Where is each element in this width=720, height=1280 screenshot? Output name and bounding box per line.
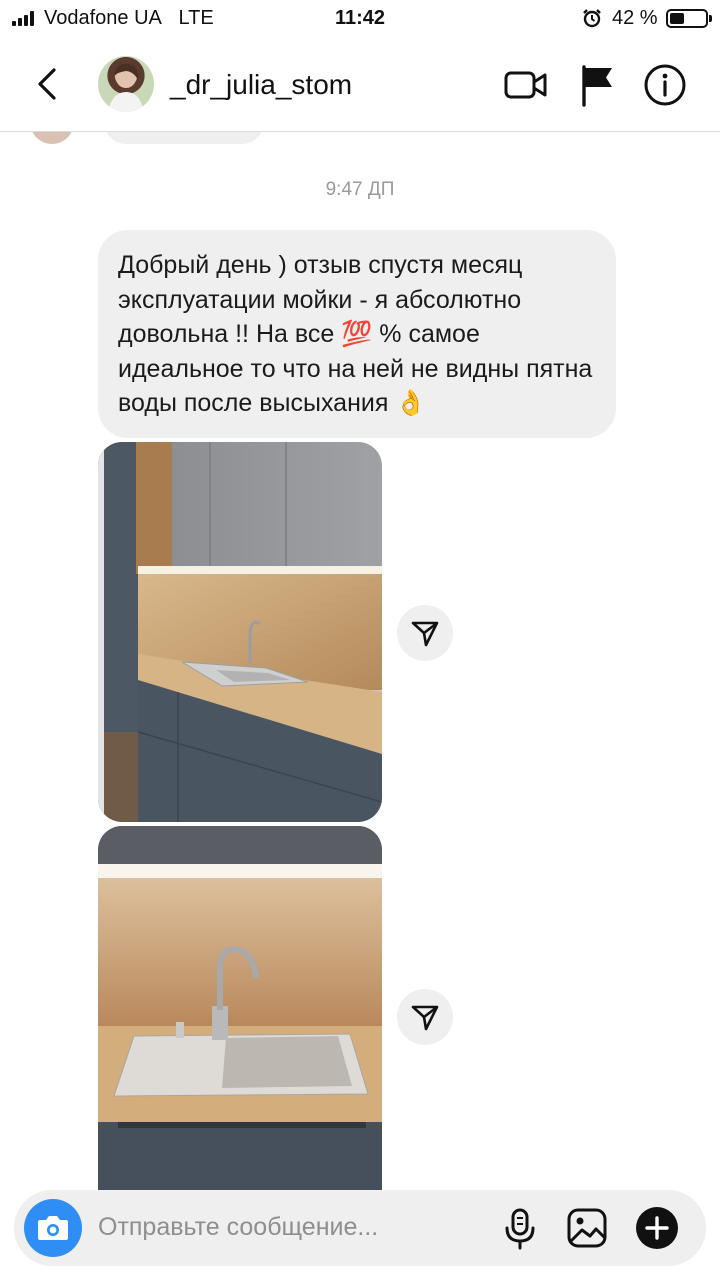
battery-fill xyxy=(670,13,684,24)
kitchen-photo-icon[interactable] xyxy=(98,442,382,822)
chat-header: _dr_julia_stom xyxy=(0,38,720,132)
status-bar: Vodafone UA LTE 11:42 42 % xyxy=(0,0,720,38)
gallery-icon[interactable] xyxy=(565,1206,609,1250)
paper-plane-icon[interactable] xyxy=(397,605,453,661)
battery-icon xyxy=(666,9,712,28)
sink-photo-icon[interactable] xyxy=(98,826,382,1192)
avatar[interactable] xyxy=(98,56,154,112)
paper-plane-icon[interactable] xyxy=(397,989,453,1045)
microphone-icon[interactable] xyxy=(498,1206,542,1250)
video-call-icon[interactable] xyxy=(503,62,549,108)
message-composer: Отправьте сообщение... xyxy=(14,1190,706,1266)
message-text: Добрый день ) отзыв спустя месяц эксплуа… xyxy=(118,251,593,417)
alarm-icon xyxy=(583,9,601,28)
battery-percent: 42 % xyxy=(612,7,658,29)
message-bubble[interactable]: Добрый день ) отзыв спустя месяц эксплуа… xyxy=(98,230,616,438)
composer-area: Отправьте сообщение... xyxy=(0,1190,720,1280)
camera-button[interactable] xyxy=(24,1199,82,1257)
message-timestamp: 9:47 ДП xyxy=(325,179,395,200)
plus-icon[interactable] xyxy=(635,1206,679,1250)
camera-icon xyxy=(38,1216,68,1240)
info-icon[interactable] xyxy=(642,62,688,108)
message-input[interactable]: Отправьте сообщение... xyxy=(98,1213,378,1242)
flag-icon[interactable] xyxy=(575,62,621,108)
back-chevron-icon[interactable] xyxy=(30,62,66,106)
chat-username[interactable]: _dr_julia_stom xyxy=(170,69,352,101)
